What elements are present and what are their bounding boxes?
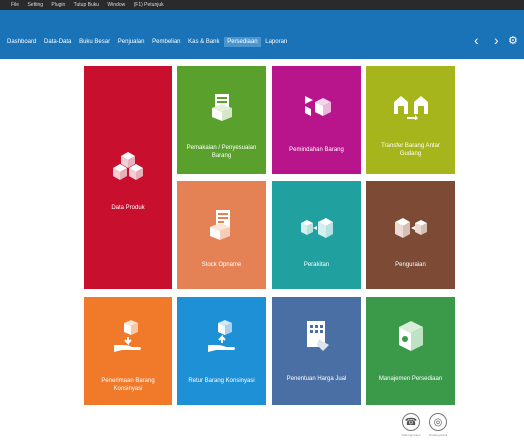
tab-data-data[interactable]: Data-Data <box>41 37 74 47</box>
stock-check-icon <box>209 210 230 240</box>
warehouse-transfer-icon <box>393 96 428 120</box>
tile-perakitan[interactable]: Perakitan <box>272 181 361 289</box>
about-label: Tentang Kami <box>428 433 448 437</box>
tab-penjualan[interactable]: Penjualan <box>115 37 148 47</box>
tile-pemindahan-barang[interactable]: Pemindahan Barang <box>272 66 361 174</box>
tile-penerimaan-konsinyasi[interactable]: Penerimaan Barang Konsinyasi <box>84 297 172 405</box>
tile-data-produk[interactable]: Data Produk <box>84 66 172 289</box>
tile-transfer-barang[interactable]: Transfer Barang Antar Gudang <box>366 66 455 174</box>
tile-pemakaian-barang[interactable]: Pemakaian / Penyesuaian Barang <box>177 66 266 174</box>
tab-buku-besar[interactable]: Buku Besar <box>76 37 113 47</box>
menu-bar: File Setting Plugin Tutup Buku Window (F… <box>0 0 524 10</box>
menu-window[interactable]: Window <box>107 2 125 8</box>
boxes-icon <box>113 152 143 180</box>
tab-persediaan[interactable]: Persediaan <box>224 37 261 47</box>
info-icon[interactable]: ◎ <box>429 413 447 431</box>
receive-consignment-icon <box>114 320 141 352</box>
tile-label: Retur Barang Konsinyasi <box>188 378 255 384</box>
tile-label: Data Produk <box>111 205 145 211</box>
disassembly-icon <box>394 218 427 238</box>
tile-label: Stock Opname <box>201 262 242 268</box>
gear-icon[interactable]: ⚙ <box>508 34 518 48</box>
clipboard-box-icon <box>211 94 232 121</box>
tile-label: Penentuan Harga Jual <box>286 376 347 382</box>
tab-pembelian[interactable]: Pembelian <box>149 37 183 47</box>
inventory-icon <box>398 321 423 351</box>
box-move-icon <box>304 96 331 116</box>
assembly-icon <box>300 218 333 238</box>
tile-label: Pemakaian / Penyesuaian Barang <box>186 145 257 159</box>
tile-label: Perakitan <box>303 262 330 268</box>
tile-label: Penguraian <box>395 262 426 268</box>
tile-label: Pemindahan Barang <box>289 147 344 153</box>
phone-icon[interactable]: ☎ <box>402 413 420 431</box>
chevron-left-icon[interactable]: ‹ <box>474 33 479 47</box>
chevron-right-icon[interactable]: › <box>494 33 499 47</box>
price-tag-icon <box>306 321 329 351</box>
main-nav: Dashboard Data-Data Buku Besar Penjualan… <box>0 10 524 59</box>
tile-retur-konsinyasi[interactable]: Retur Barang Konsinyasi <box>177 297 266 405</box>
tile-stock-opname[interactable]: Stock Opname <box>177 181 266 289</box>
menu-tutup-buku[interactable]: Tutup Buku <box>74 2 99 8</box>
nav-tabs: Dashboard Data-Data Buku Besar Penjualan… <box>4 37 290 47</box>
return-consignment-icon <box>207 320 235 352</box>
tab-laporan[interactable]: Laporan <box>262 37 290 47</box>
contact-label: Hubungi Kami <box>401 433 421 437</box>
tile-label: Penerimaan Barang Konsinyasi <box>101 378 155 392</box>
menu-setting[interactable]: Setting <box>27 2 43 8</box>
tile-manajemen-persediaan[interactable]: Manajemen Persediaan <box>366 297 455 405</box>
tile-penguraian[interactable]: Penguraian <box>366 181 455 289</box>
tab-dashboard[interactable]: Dashboard <box>4 37 39 47</box>
menu-plugin[interactable]: Plugin <box>51 2 65 8</box>
tile-label: Transfer Barang Antar Gudang <box>381 143 440 157</box>
menu-file[interactable]: File <box>11 2 19 8</box>
tab-kas-bank[interactable]: Kas & Bank <box>185 37 222 47</box>
tile-label: Manajemen Persediaan <box>378 376 443 382</box>
menu-petunjuk[interactable]: (F1) Petunjuk <box>134 2 164 8</box>
tile-penentuan-harga[interactable]: Penentuan Harga Jual <box>272 297 361 405</box>
